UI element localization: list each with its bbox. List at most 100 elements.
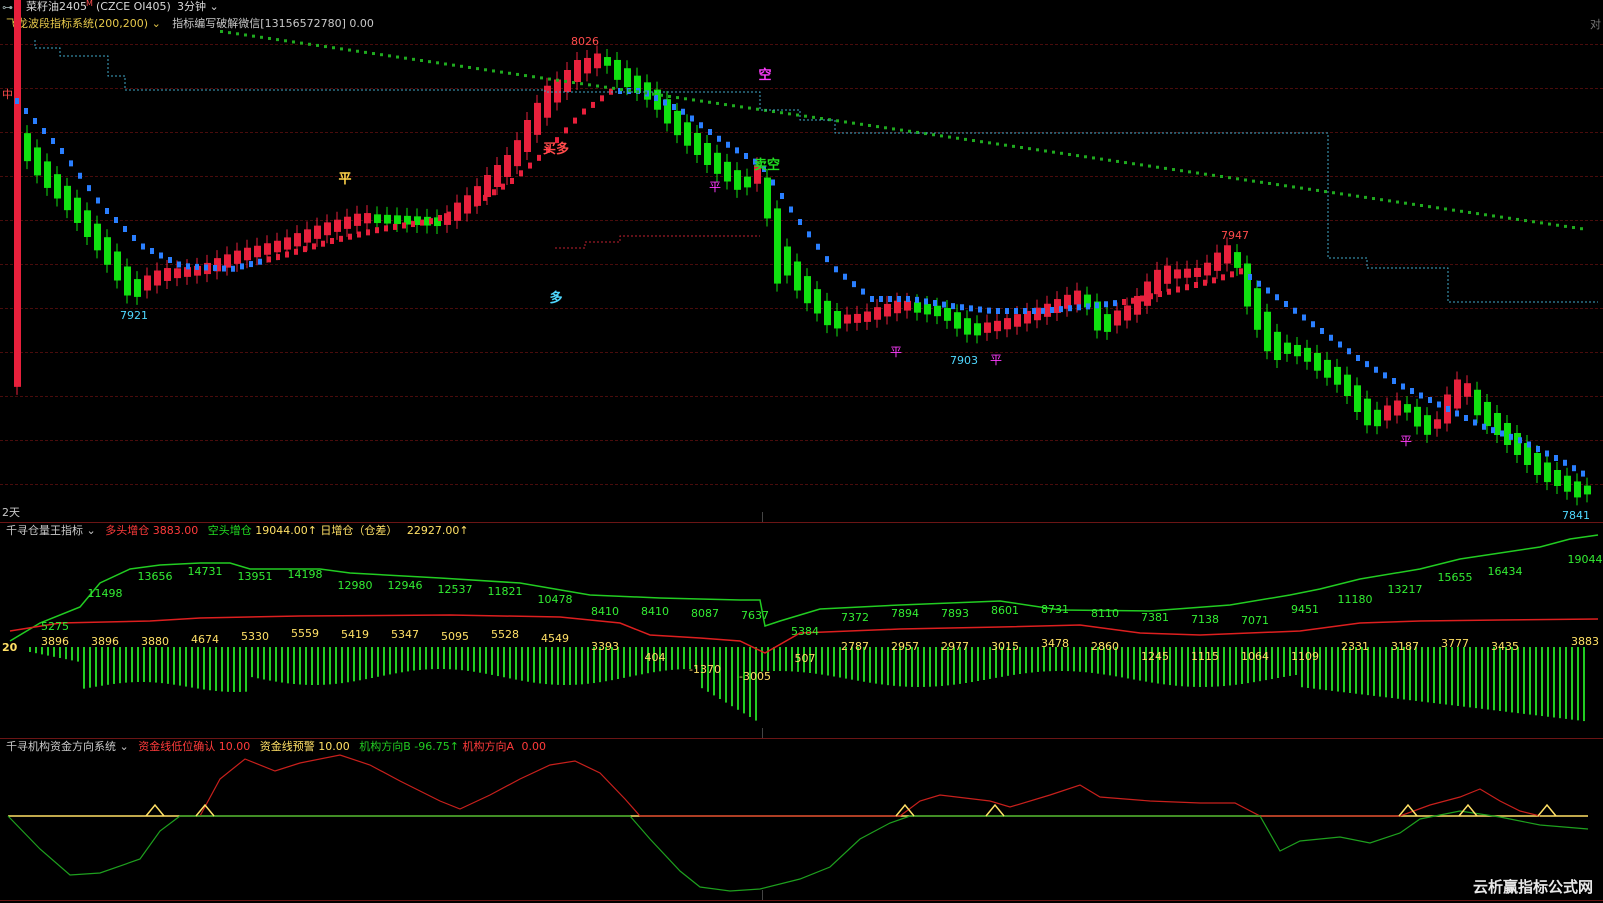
sar-dot [411,221,415,228]
trend-dot [604,85,607,89]
trend-dot [500,70,503,74]
sar-dot [726,141,730,148]
sar-dot [1293,307,1297,314]
sar-dot [69,160,73,167]
trend-dot [388,54,391,58]
candle-body [834,311,841,329]
sar-dot [159,252,163,259]
candle-body [904,300,911,311]
sar-dot [1005,308,1009,314]
trend-dot [1524,219,1527,223]
trend-dot [1100,157,1103,161]
trend-dot [812,115,815,119]
sar-dot [114,217,118,223]
candle-body [374,214,381,224]
sar-dot [24,108,28,114]
sar-dot [591,101,595,108]
trend-dot [844,120,847,124]
trend-dot [428,60,431,64]
candle-body [164,268,171,281]
trend-dot [1020,146,1023,149]
trend-dot [460,64,463,68]
trend-dot [716,101,719,105]
trend-dot [1276,183,1279,187]
trend-dot [1452,208,1455,212]
signal-close: 平 [889,345,903,359]
trend-dot [1468,210,1471,214]
candle-body [1244,263,1251,307]
candle-body [1344,374,1351,397]
trend-dot [484,68,487,72]
trend-dot [1540,221,1543,225]
candle-body [304,229,311,243]
trend-dot [964,137,967,141]
trend-dot [236,32,239,36]
trend-dot [1060,151,1063,155]
sar-dot [357,231,361,238]
sar-dot [600,95,604,102]
sar-dot [285,251,289,258]
sar-dot [348,233,352,240]
candle-body [1284,342,1291,354]
trend-dot [748,106,751,110]
candle-body [394,215,401,225]
sar-dot [1347,348,1351,355]
sar-dot [1365,361,1369,368]
trend-dot [1044,149,1047,153]
candle-body [774,208,781,284]
sar-dot [1563,459,1567,466]
sar-dot [87,185,91,192]
trend-dot [668,94,671,98]
sar-dot [168,257,172,263]
trend-dot [476,67,479,71]
trend-dot [948,135,951,139]
trend-dot [1420,204,1423,207]
trend-dot [492,69,495,73]
candle-body [414,216,421,226]
candle-body [804,276,811,304]
sar-dot [1311,321,1315,328]
candle-body [324,222,331,236]
candle-body [1574,481,1581,498]
trend-dot [1580,227,1583,231]
support-line [555,235,760,249]
sar-dot [951,303,955,310]
trend-dot [284,39,287,43]
oi-chart[interactable] [0,523,1603,738]
candle-body [244,247,251,261]
candle-body [974,323,981,336]
candle-body [54,174,61,199]
signal-sell-short: 卖空 [753,158,781,173]
candle-body [964,318,971,335]
trend-dot [1516,217,1519,221]
candle-body [764,177,771,219]
sar-dot [1383,372,1387,379]
trend-dot [876,125,879,129]
candle-body [504,155,511,177]
trend-dot [1364,195,1367,199]
sar-dot [1356,355,1360,361]
sar-dot [33,118,37,124]
sar-dot [465,204,469,211]
candle-body [44,161,51,188]
candle-body [1134,295,1141,315]
signal-close: 平 [708,180,722,194]
sar-dot [897,296,901,302]
trend-dot [860,122,863,126]
sar-dot [564,127,568,134]
sar-dot [1500,430,1504,437]
signal-close: 平 [989,353,1003,367]
sar-dot [96,197,100,204]
price-chart[interactable] [0,0,1603,522]
candle-body [884,303,891,317]
candle-body [1114,310,1121,326]
sar-dot [1149,293,1153,300]
candle-body [1434,419,1441,429]
signal-close: 平 [338,172,352,187]
trend-dot [1132,162,1135,166]
sar-dot [366,229,370,236]
trend-dot [1140,163,1143,167]
candle-body [1294,344,1301,357]
sar-dot [1455,410,1459,417]
fund-chart[interactable] [0,739,1603,900]
